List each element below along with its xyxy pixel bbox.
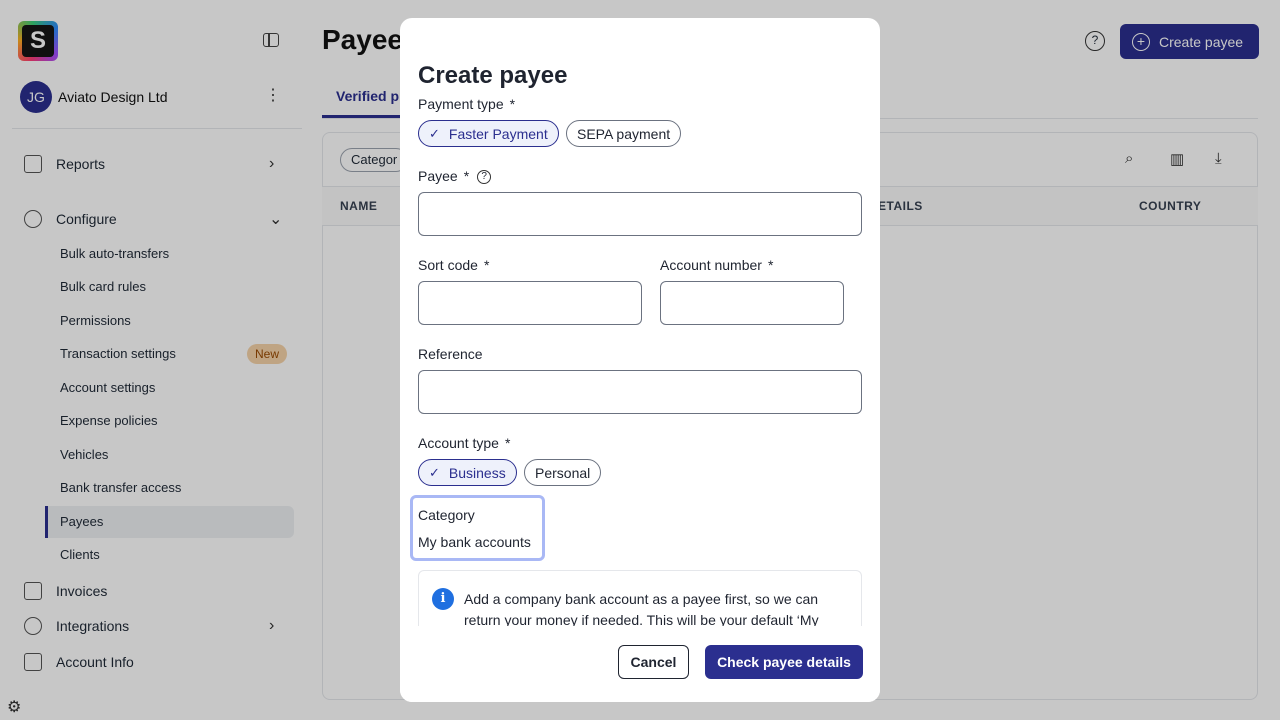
create-payee-modal: Create payee Payment type * ✓ Faster Payme… [400, 18, 880, 702]
sepa-payment-chip[interactable]: SEPA payment [566, 120, 682, 147]
category-label: Category [418, 507, 475, 523]
info-text: Add a company bank account as a payee fi… [464, 591, 819, 628]
account-number-input[interactable] [660, 281, 844, 325]
payment-type-label: Payment type * [418, 96, 516, 112]
check-payee-details-button[interactable]: Check payee details [705, 645, 863, 679]
payee-label: Payee *? [418, 168, 492, 184]
business-chip[interactable]: ✓ Business [418, 459, 517, 486]
check-icon: ✓ [429, 125, 440, 141]
check-icon: ✓ [429, 464, 440, 480]
reference-input[interactable] [418, 370, 862, 414]
sort-code-input[interactable] [418, 281, 642, 325]
personal-chip[interactable]: Personal [524, 459, 602, 486]
category-field[interactable] [410, 495, 545, 561]
reference-label: Reference [418, 346, 483, 362]
faster-payment-chip[interactable]: ✓ Faster Payment [418, 120, 559, 147]
modal-title: Create payee [418, 62, 568, 89]
help-icon[interactable]: ? [477, 170, 492, 184]
sort-code-label: Sort code * [418, 257, 490, 273]
cancel-button[interactable]: Cancel [618, 645, 689, 679]
category-value: My bank accounts [418, 534, 531, 550]
account-type-label: Account type * [418, 435, 511, 451]
info-icon: i [432, 588, 454, 610]
account-number-label: Account number * [660, 257, 774, 273]
payee-input[interactable] [418, 192, 862, 236]
